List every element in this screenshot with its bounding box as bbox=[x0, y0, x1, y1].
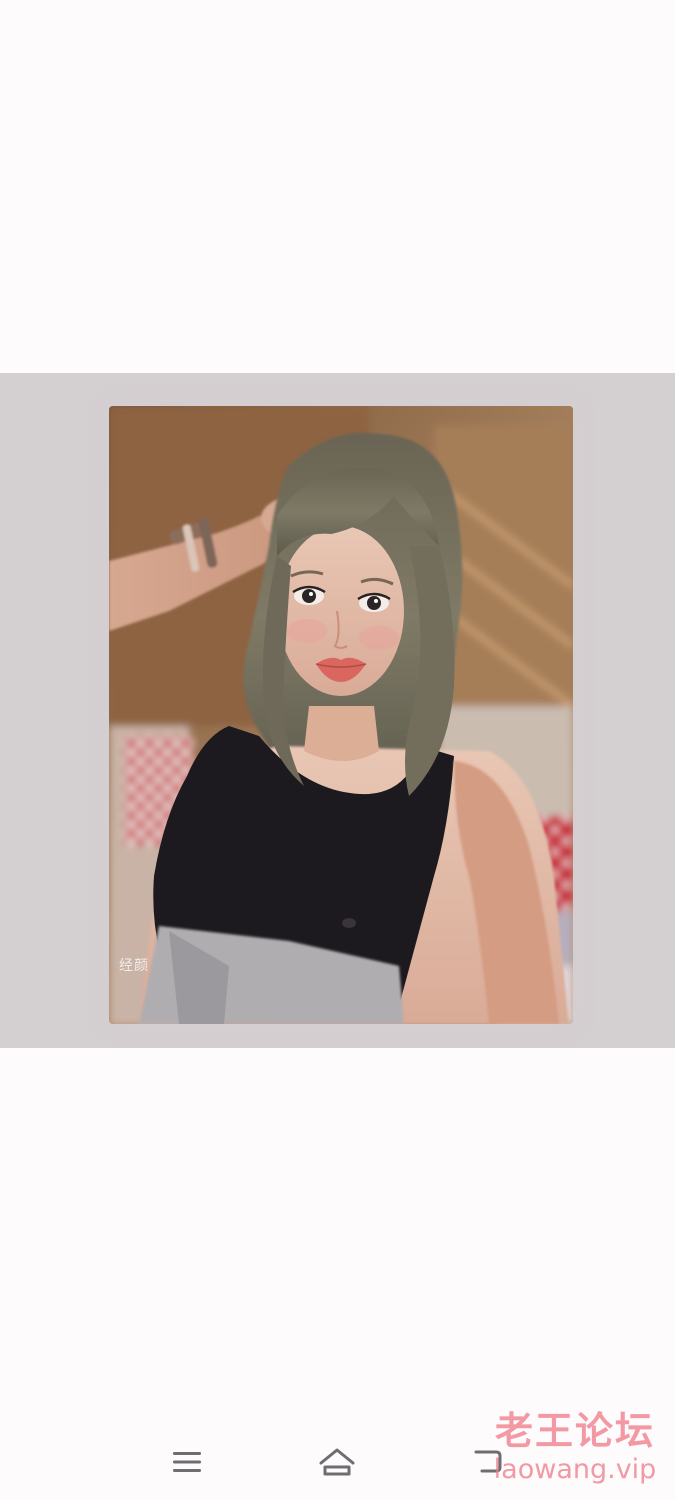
menu-button[interactable] bbox=[157, 1442, 217, 1482]
menu-icon bbox=[173, 1452, 201, 1472]
photo-illustration bbox=[109, 406, 573, 1024]
photo-viewer[interactable]: 经颜 bbox=[0, 373, 675, 1048]
home-button[interactable] bbox=[307, 1442, 367, 1482]
back-button[interactable] bbox=[458, 1442, 518, 1482]
navigation-bar bbox=[0, 1420, 675, 1500]
photo[interactable]: 经颜 bbox=[109, 406, 573, 1024]
back-icon bbox=[474, 1450, 502, 1473]
home-icon bbox=[319, 1448, 355, 1476]
photo-watermark-text: 经颜 bbox=[119, 958, 149, 974]
